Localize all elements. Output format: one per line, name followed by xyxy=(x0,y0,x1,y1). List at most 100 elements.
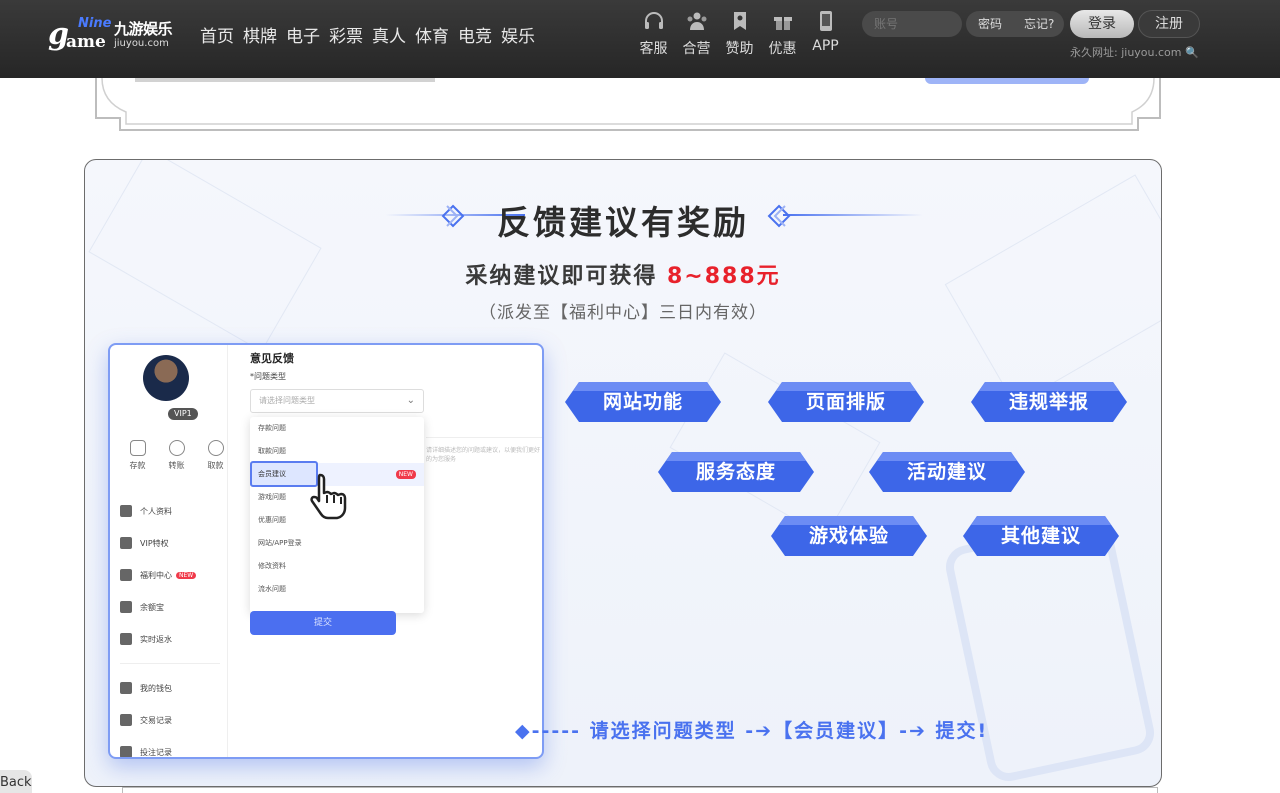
nav-slots[interactable]: 电子 xyxy=(286,22,320,47)
login-button[interactable]: 登录 xyxy=(1070,10,1134,38)
option-label: 活动建议 xyxy=(906,461,987,483)
option-page-layout[interactable]: 页面排版 xyxy=(768,382,924,422)
permanent-url-text: 永久网址: jiuyou.com xyxy=(1070,46,1182,59)
logo-chinese: 九游娱乐 xyxy=(114,20,173,38)
card-subtitle: 采纳建议即可获得 8~888元 xyxy=(85,258,1161,290)
nav-lottery[interactable]: 彩票 xyxy=(329,22,363,47)
option-label: 页面排版 xyxy=(805,391,886,413)
quick-support-label: 客服 xyxy=(639,41,668,57)
option-violation-report[interactable]: 违规举报 xyxy=(971,382,1127,422)
option-label: 网站功能 xyxy=(602,391,683,413)
option-label: 其他建议 xyxy=(1000,525,1081,547)
quick-sponsor-label: 赞助 xyxy=(725,41,754,57)
withdraw-icon xyxy=(207,440,224,456)
option-label: 游戏体验 xyxy=(808,525,889,547)
account-input[interactable] xyxy=(862,11,962,37)
nav-home[interactable]: 首页 xyxy=(200,22,234,47)
new-badge: NEW xyxy=(395,470,416,479)
profile-icon xyxy=(120,505,132,517)
background-hexagon xyxy=(88,160,322,352)
quick-partner-label: 合营 xyxy=(682,41,711,57)
hand-pointer-icon xyxy=(310,473,347,520)
mock-menu-label: 投注记录 xyxy=(140,747,172,757)
mock-dropdown-option: 存款问题 xyxy=(258,424,286,432)
mock-sidebar: VIP1 存款 转账 取款 个人资料 VIP特权 福利中心 NEW 余额宝 实时返… xyxy=(110,345,228,757)
mock-transfer: 转账 xyxy=(157,440,196,471)
card-title: 反馈建议有奖励 xyxy=(497,203,749,242)
main-nav: 首页 棋牌 电子 彩票 真人 体育 电竞 娱乐 xyxy=(200,22,544,47)
nav-chess[interactable]: 棋牌 xyxy=(243,22,277,47)
quick-app-label: APP xyxy=(812,38,839,54)
mock-menu-item: 交易记录 xyxy=(120,704,220,736)
mock-menu-item: 福利中心 NEW xyxy=(120,559,220,591)
chevron-down-icon: ⌄ xyxy=(406,395,415,406)
register-button[interactable]: 注册 xyxy=(1138,10,1200,38)
logo-domain: jiuyou.com xyxy=(114,38,169,49)
rebate-icon xyxy=(120,633,132,645)
phone-icon xyxy=(819,11,832,31)
mock-type-select: 请选择问题类型 ⌄ xyxy=(250,389,424,413)
mock-menu-item: 我的钱包 xyxy=(120,672,220,704)
mock-field-label: *问题类型 xyxy=(250,372,286,381)
mock-dropdown-option: 取款问题 xyxy=(258,447,286,455)
quick-promotions-label: 优惠 xyxy=(768,41,797,57)
previous-section-heading xyxy=(135,78,435,82)
nav-live[interactable]: 真人 xyxy=(372,22,406,47)
option-website-function[interactable]: 网站功能 xyxy=(565,382,721,422)
vip-icon xyxy=(120,537,132,549)
mock-deposit: 存款 xyxy=(118,440,157,471)
mock-menu-label: VIP特权 xyxy=(140,538,169,548)
new-badge: NEW xyxy=(176,571,197,579)
mock-dropdown-option: 网站/APP登录 xyxy=(258,539,302,547)
quick-partner[interactable]: 合营 xyxy=(675,8,718,58)
mock-hint: 请详细描述您的问题或建议，以便我们更好的为您服务 xyxy=(426,447,541,463)
mock-withdraw: 取款 xyxy=(196,440,235,471)
quick-app[interactable]: APP xyxy=(804,8,847,58)
gift-icon xyxy=(773,17,792,30)
mock-menu-label: 福利中心 xyxy=(140,570,172,580)
mock-menu-label: 交易记录 xyxy=(140,715,172,725)
instruction-text: ◆----- 请选择问题类型 -➔【会员建议】-➔ 提交! xyxy=(515,720,989,742)
mock-transfer-label: 转账 xyxy=(168,461,185,470)
back-button[interactable]: Back xyxy=(0,770,32,793)
mock-menu-divider xyxy=(120,663,220,664)
wallet-icon xyxy=(120,682,132,694)
quick-links: 客服 合营 赞助 优惠 APP xyxy=(632,8,847,58)
password-placeholder: 密码 xyxy=(978,17,1003,31)
previous-section-frame xyxy=(95,78,1161,131)
option-game-experience[interactable]: 游戏体验 xyxy=(771,516,927,556)
nav-entertainment[interactable]: 娱乐 xyxy=(501,22,535,47)
password-field[interactable]: 密码 忘记? xyxy=(966,11,1064,37)
mock-menu-item: 个人资料 xyxy=(120,495,220,527)
quick-promotions[interactable]: 优惠 xyxy=(761,8,804,58)
previous-section-button[interactable] xyxy=(925,78,1089,84)
transactions-icon xyxy=(120,714,132,726)
logo-ame: ame xyxy=(66,32,106,52)
next-section-edge xyxy=(122,787,1158,793)
avatar xyxy=(143,355,189,401)
mock-withdraw-label: 取款 xyxy=(207,461,224,470)
forgot-password-link[interactable]: 忘记? xyxy=(1024,11,1054,37)
welfare-icon xyxy=(120,569,132,581)
nav-sports[interactable]: 体育 xyxy=(415,22,449,47)
quick-sponsor[interactable]: 赞助 xyxy=(718,8,761,58)
bookmark-icon xyxy=(733,12,746,30)
headset-icon xyxy=(644,12,663,29)
permanent-url: 永久网址: jiuyou.com 🔍 xyxy=(1070,44,1199,60)
mock-menu-item: VIP特权 xyxy=(120,527,220,559)
mock-menu-item: 投注记录 xyxy=(120,736,220,757)
feedback-form-mockup: VIP1 存款 转账 取款 个人资料 VIP特权 福利中心 NEW 余额宝 实时返… xyxy=(108,343,544,759)
mock-menu-label: 余额宝 xyxy=(140,602,164,612)
site-logo[interactable]: Nine g ame 九游娱乐 jiuyou.com xyxy=(48,16,178,54)
quick-support[interactable]: 客服 xyxy=(632,8,675,58)
mock-select-placeholder: 请选择问题类型 xyxy=(259,396,315,405)
top-header: Nine g ame 九游娱乐 jiuyou.com 首页 棋牌 电子 彩票 真… xyxy=(0,0,1280,78)
option-other-suggestion[interactable]: 其他建议 xyxy=(963,516,1119,556)
search-icon: 🔍 xyxy=(1185,46,1199,59)
option-activity-suggestion[interactable]: 活动建议 xyxy=(869,452,1025,492)
nav-esports[interactable]: 电竞 xyxy=(458,22,492,47)
partner-icon xyxy=(687,12,706,30)
transfer-icon xyxy=(168,440,185,456)
option-service-attitude[interactable]: 服务态度 xyxy=(658,452,814,492)
mock-menu: 个人资料 VIP特权 福利中心 NEW 余额宝 实时返水 我的钱包 交易记录 投注… xyxy=(120,495,220,757)
